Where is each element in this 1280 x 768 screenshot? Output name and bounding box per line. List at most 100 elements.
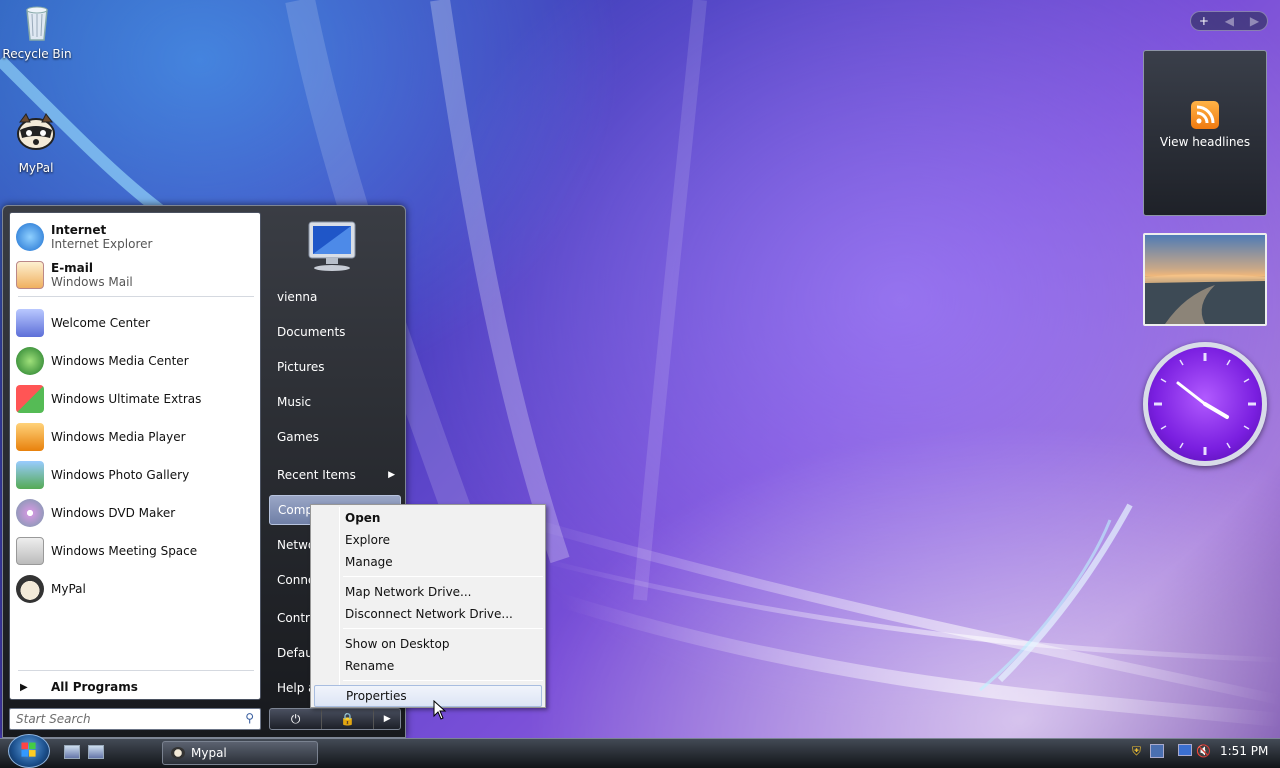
program-label: Windows Meeting Space bbox=[51, 544, 198, 558]
show-desktop-icon[interactable] bbox=[64, 745, 80, 759]
pinned-subtitle: Internet Explorer bbox=[51, 237, 153, 251]
menu-item-disconnect-network-drive[interactable]: Disconnect Network Drive... bbox=[314, 603, 542, 625]
program-media-center[interactable]: Windows Media Center bbox=[16, 343, 256, 379]
rss-icon bbox=[1191, 101, 1219, 129]
add-gadget-button[interactable]: + bbox=[1199, 14, 1209, 28]
network-tray-icon[interactable] bbox=[1150, 744, 1164, 758]
feed-headlines-gadget[interactable]: View headlines bbox=[1143, 50, 1267, 216]
link-label: Recent Items bbox=[277, 468, 356, 482]
menu-item-map-network-drive[interactable]: Map Network Drive... bbox=[314, 581, 542, 603]
program-ultimate-extras[interactable]: Windows Ultimate Extras bbox=[16, 381, 256, 417]
media-center-icon bbox=[16, 347, 44, 375]
switch-windows-icon[interactable] bbox=[88, 745, 104, 759]
music-link[interactable]: Music bbox=[269, 387, 401, 417]
clock-face bbox=[1154, 353, 1256, 455]
link-label: Pictures bbox=[277, 360, 325, 374]
mouse-cursor bbox=[433, 700, 447, 720]
photo-gallery-icon bbox=[16, 461, 44, 489]
power-controls: ⏻ 🔒 ▶ bbox=[269, 708, 401, 730]
pinned-title: Internet bbox=[51, 223, 107, 237]
program-mypal[interactable]: MyPal bbox=[16, 571, 256, 607]
documents-link[interactable]: Documents bbox=[269, 317, 401, 347]
arrow-right-icon: ▶ bbox=[20, 681, 28, 693]
security-shield-icon[interactable]: ⛨ bbox=[1132, 744, 1141, 759]
program-label: Windows Media Player bbox=[51, 430, 186, 444]
pinned-internet[interactable]: Internet Internet Explorer bbox=[16, 219, 256, 255]
context-menu: Open Explore Manage Map Network Drive...… bbox=[310, 504, 546, 708]
program-media-player[interactable]: Windows Media Player bbox=[16, 419, 256, 455]
power-button[interactable]: ⏻ bbox=[270, 709, 323, 729]
monitor-tray-icon[interactable] bbox=[1178, 744, 1192, 756]
view-headlines-link[interactable]: View headlines bbox=[1144, 135, 1266, 149]
link-label: vienna bbox=[277, 290, 318, 304]
menu-item-label: Map Network Drive... bbox=[345, 585, 472, 599]
menu-separator bbox=[343, 680, 543, 681]
raccoon-icon bbox=[16, 575, 44, 603]
dvd-maker-icon bbox=[16, 499, 44, 527]
slideshow-gadget[interactable] bbox=[1143, 233, 1267, 326]
next-page-button[interactable]: ▶ bbox=[1250, 14, 1259, 28]
program-photo-gallery[interactable]: Windows Photo Gallery bbox=[16, 457, 256, 493]
program-meeting-space[interactable]: Windows Meeting Space bbox=[16, 533, 256, 569]
ultimate-extras-icon bbox=[16, 385, 44, 413]
desktop-icon-recycle-bin[interactable]: Recycle Bin bbox=[1, 2, 73, 61]
recycle-bin-icon bbox=[26, 6, 48, 41]
program-label: Welcome Center bbox=[51, 316, 151, 330]
pinned-title: E-mail bbox=[51, 261, 94, 275]
recent-items-link[interactable]: Recent Items ▶ bbox=[269, 460, 401, 490]
volume-muted-icon[interactable]: 🔇 bbox=[1196, 744, 1211, 758]
menu-item-show-on-desktop[interactable]: Show on Desktop bbox=[314, 633, 542, 655]
all-programs-button[interactable]: ▶ All Programs bbox=[16, 675, 256, 699]
menu-item-label: Explore bbox=[345, 533, 391, 547]
user-folder-link[interactable]: vienna bbox=[269, 282, 401, 312]
link-label: Documents bbox=[277, 325, 346, 339]
menu-item-label: Open bbox=[345, 511, 381, 525]
meeting-space-icon bbox=[16, 537, 44, 565]
raccoon-icon bbox=[171, 747, 185, 759]
start-search-input[interactable]: Start Search ⚲ bbox=[9, 708, 261, 730]
separator bbox=[18, 670, 254, 671]
program-welcome-center[interactable]: Welcome Center bbox=[16, 305, 256, 341]
start-orb-button[interactable] bbox=[8, 734, 50, 768]
pictures-link[interactable]: Pictures bbox=[269, 352, 401, 382]
all-programs-label: All Programs bbox=[51, 680, 138, 694]
welcome-center-icon bbox=[16, 309, 44, 337]
menu-item-open[interactable]: Open bbox=[314, 507, 542, 529]
shutdown-options-button[interactable]: ▶ bbox=[374, 709, 400, 729]
clock-gadget[interactable] bbox=[1143, 342, 1267, 466]
program-dvd-maker[interactable]: Windows DVD Maker bbox=[16, 495, 256, 531]
program-label: Windows Ultimate Extras bbox=[51, 392, 202, 406]
previous-page-button[interactable]: ◀ bbox=[1225, 14, 1234, 28]
pinned-subtitle: Windows Mail bbox=[51, 275, 133, 289]
submenu-arrow-icon: ▶ bbox=[388, 470, 395, 480]
windows-mail-icon bbox=[16, 261, 44, 289]
menu-item-properties[interactable]: Properties bbox=[314, 685, 542, 707]
menu-item-label: Properties bbox=[346, 689, 407, 703]
link-label: Games bbox=[277, 430, 319, 444]
desktop-icon-label: Recycle Bin bbox=[2, 47, 72, 61]
link-label: Defau bbox=[277, 646, 313, 660]
menu-item-manage[interactable]: Manage bbox=[314, 551, 542, 573]
menu-item-explore[interactable]: Explore bbox=[314, 529, 542, 551]
raccoon-icon bbox=[17, 113, 55, 150]
desktop-icon-mypal[interactable]: MyPal bbox=[0, 108, 72, 175]
lock-button[interactable]: 🔒 bbox=[322, 709, 375, 729]
user-picture[interactable] bbox=[301, 218, 363, 274]
search-icon: ⚲ bbox=[245, 711, 254, 725]
desktop-icon-label: MyPal bbox=[18, 161, 54, 175]
menu-item-label: Disconnect Network Drive... bbox=[345, 607, 513, 621]
program-label: Windows Photo Gallery bbox=[51, 468, 190, 482]
programs-pane: Internet Internet Explorer E-mail Windows … bbox=[9, 212, 261, 700]
menu-separator bbox=[343, 576, 543, 577]
menu-item-rename[interactable]: Rename bbox=[314, 655, 542, 677]
program-label: Windows DVD Maker bbox=[51, 506, 176, 520]
taskbar-clock[interactable]: 1:51 PM bbox=[1220, 744, 1268, 758]
games-link[interactable]: Games bbox=[269, 422, 401, 452]
menu-item-label: Show on Desktop bbox=[345, 637, 450, 651]
internet-explorer-icon bbox=[16, 223, 44, 251]
taskbar-button-mypal[interactable]: Mypal bbox=[162, 741, 318, 765]
link-label: Music bbox=[277, 395, 312, 409]
sidebar-controls: + ◀ ▶ bbox=[1190, 11, 1268, 31]
menu-separator bbox=[343, 628, 543, 629]
pinned-email[interactable]: E-mail Windows Mail bbox=[16, 257, 256, 293]
